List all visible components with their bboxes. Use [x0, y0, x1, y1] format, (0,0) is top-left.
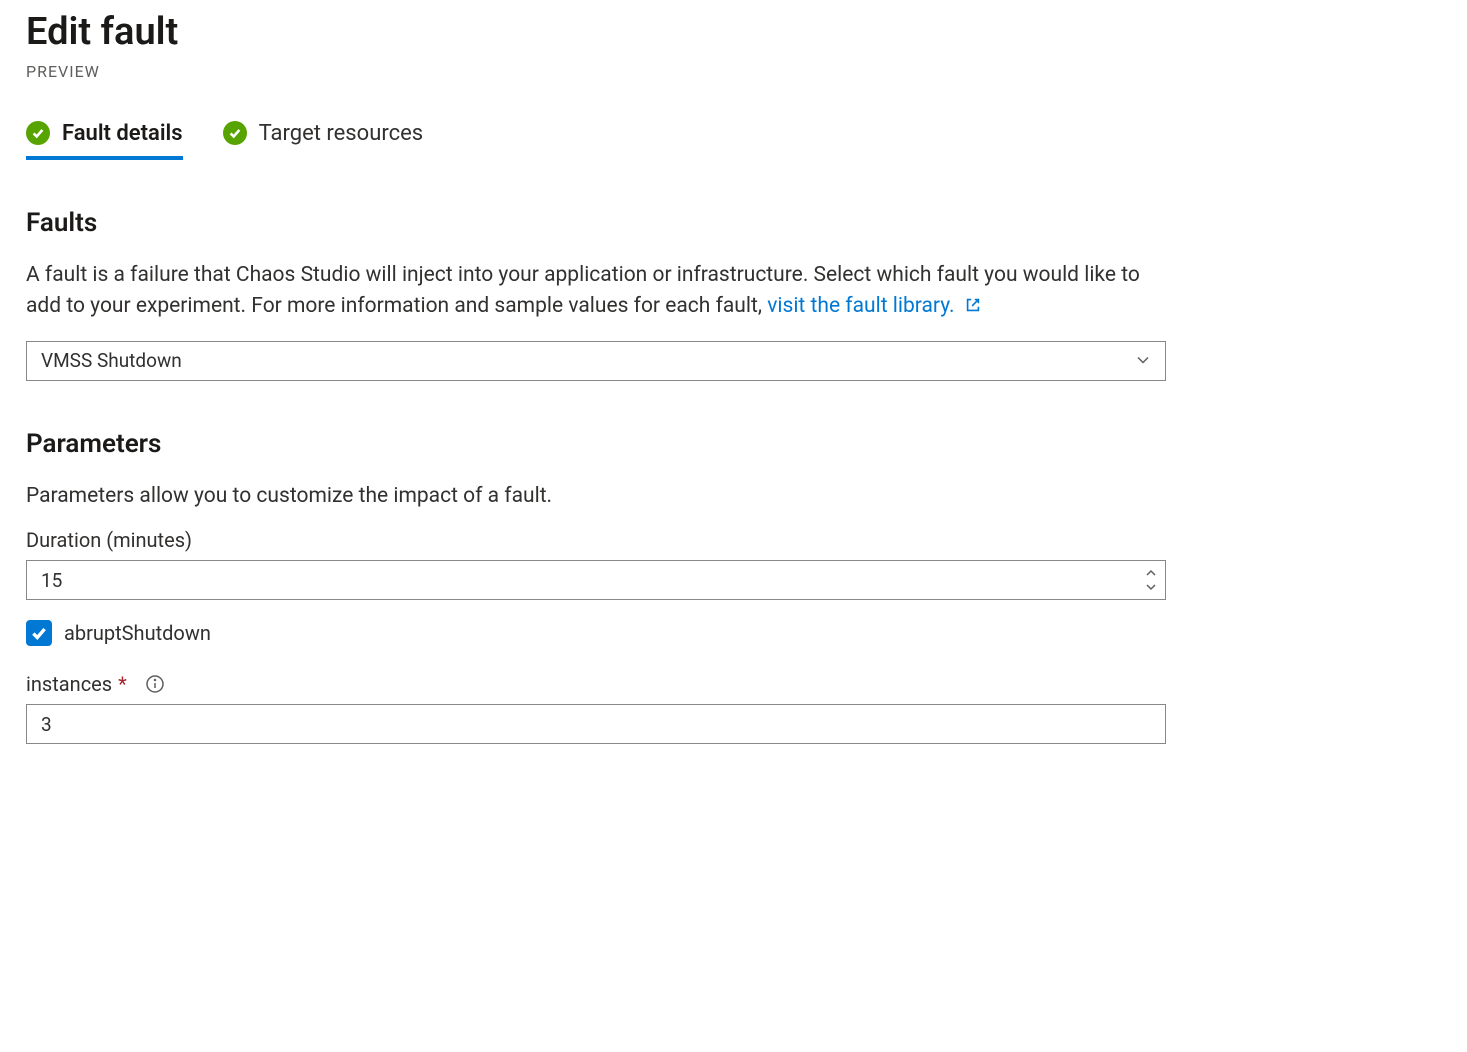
- spinner-up-button[interactable]: [1142, 566, 1160, 580]
- parameters-heading: Parameters: [26, 429, 1441, 459]
- page-subtitle: PREVIEW: [26, 62, 1441, 81]
- duration-field-wrap: [26, 560, 1166, 600]
- info-icon[interactable]: [145, 674, 165, 694]
- tab-strip: Fault details Target resources: [26, 121, 1441, 160]
- chevron-down-icon: [1135, 349, 1151, 372]
- external-link-icon: [964, 293, 982, 325]
- spinner-controls: [1142, 566, 1160, 594]
- abrupt-shutdown-row: abruptShutdown: [26, 620, 1441, 646]
- instances-label-row: instances *: [26, 672, 1441, 696]
- parameters-description: Parameters allow you to customize the im…: [26, 481, 1166, 513]
- abrupt-shutdown-label: abruptShutdown: [64, 621, 211, 645]
- abrupt-shutdown-checkbox[interactable]: [26, 620, 52, 646]
- tab-target-resources[interactable]: Target resources: [223, 121, 424, 160]
- faults-description: A fault is a failure that Chaos Studio w…: [26, 260, 1166, 325]
- faults-heading: Faults: [26, 208, 1441, 238]
- duration-label: Duration (minutes): [26, 528, 1441, 552]
- fault-library-link[interactable]: visit the fault library.: [767, 294, 982, 318]
- instances-input[interactable]: [26, 704, 1166, 744]
- page-title: Edit fault: [26, 10, 1441, 56]
- check-circle-icon: [223, 121, 247, 145]
- spinner-down-button[interactable]: [1142, 580, 1160, 594]
- link-text: visit the fault library.: [767, 294, 954, 318]
- fault-select-value: VMSS Shutdown: [41, 349, 182, 372]
- fault-select[interactable]: VMSS Shutdown: [26, 341, 1166, 381]
- tab-label: Fault details: [62, 121, 183, 146]
- required-indicator: *: [118, 672, 127, 696]
- instances-label: instances: [26, 672, 112, 696]
- duration-input[interactable]: [26, 560, 1166, 600]
- tab-fault-details[interactable]: Fault details: [26, 121, 183, 160]
- tab-label: Target resources: [259, 121, 424, 146]
- check-circle-icon: [26, 121, 50, 145]
